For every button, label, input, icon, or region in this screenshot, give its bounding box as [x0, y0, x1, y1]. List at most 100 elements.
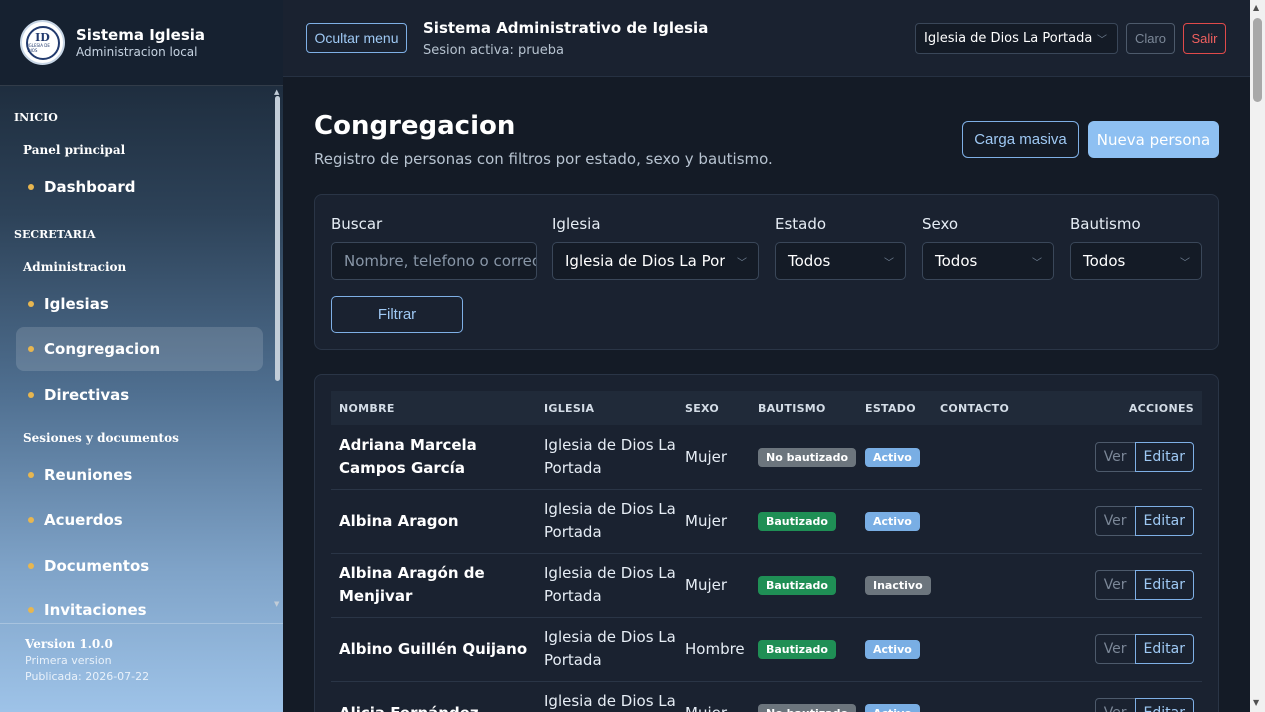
brand-title: Sistema Iglesia — [76, 26, 206, 44]
person-sex: Mujer — [677, 489, 750, 554]
edit-button[interactable]: Editar — [1134, 634, 1194, 664]
baptism-badge: Bautizado — [758, 576, 836, 595]
version-label: Version 1.0.0 — [25, 637, 113, 651]
table-header-row: NOMBRE IGLESIA SEXO BAUTISMO ESTADO CONT… — [331, 391, 1202, 425]
view-button[interactable]: Ver — [1094, 634, 1136, 664]
person-church: Iglesia de Dios La Portada — [536, 489, 677, 554]
scroll-down-icon[interactable]: ▼ — [274, 600, 279, 608]
church-filter-select[interactable]: Iglesia de Dios La Portada ﹀ — [552, 242, 759, 280]
main-content: Congregacion Registro de personas con fi… — [283, 78, 1250, 712]
view-button[interactable]: Ver — [1094, 698, 1136, 712]
person-name: Adriana Marcela Campos García — [331, 425, 536, 490]
view-button[interactable]: Ver — [1094, 506, 1136, 536]
view-button[interactable]: Ver — [1094, 570, 1136, 600]
sidebar-item-label: Documentos — [44, 557, 150, 575]
church-select-value: Iglesia de Dios La Portada — [924, 31, 1093, 46]
baptism-badge: Bautizado — [758, 640, 836, 659]
theme-toggle-button[interactable]: Claro — [1126, 23, 1175, 54]
status-filter-select[interactable]: Todos ﹀ — [775, 242, 906, 280]
sidebar-scroll-thumb[interactable] — [275, 96, 280, 381]
scroll-down-icon[interactable]: ▼ — [1253, 698, 1259, 707]
chevron-down-icon: ﹀ — [737, 257, 747, 269]
edit-button[interactable]: Editar — [1134, 698, 1194, 712]
status-cell: Activo — [857, 489, 932, 554]
chevron-down-icon: ﹀ — [1180, 257, 1190, 269]
baptism-badge: No bautizado — [758, 447, 857, 467]
person-contact — [932, 425, 1052, 490]
status-cell: Inactivo — [857, 553, 932, 618]
sidebar-item-label: Invitaciones — [44, 601, 147, 616]
sidebar-item-congregacion[interactable]: Congregacion — [16, 327, 263, 371]
column-header-contact[interactable]: CONTACTO — [932, 391, 1052, 425]
page-scrollbar[interactable]: ▲ ▼ — [1250, 0, 1265, 712]
sidebar-item-label: Dashboard — [44, 178, 136, 196]
column-header-church[interactable]: IGLESIA — [536, 391, 677, 425]
filter-button[interactable]: Filtrar — [331, 296, 463, 333]
sidebar-item-dashboard[interactable]: Dashboard — [16, 165, 263, 209]
version-info: Version 1.0.0 Primera version Publicada:… — [0, 623, 283, 712]
bullet-icon — [28, 563, 34, 569]
sidebar-item-label: Reuniones — [44, 466, 133, 484]
person-church: Iglesia de Dios La Portada — [536, 553, 677, 618]
actions-cell: VerEditar — [1052, 553, 1202, 618]
church-select[interactable]: Iglesia de Dios La Portada ﹀ — [915, 23, 1118, 54]
bullet-icon — [28, 517, 34, 523]
table-row: Adriana Marcela Campos García Iglesia de … — [331, 425, 1202, 490]
logout-button[interactable]: Salir — [1183, 23, 1226, 54]
sidebar-item-acuerdos[interactable]: Acuerdos — [16, 498, 263, 542]
search-input[interactable]: Nombre, telefono o correo — [331, 242, 537, 280]
table-row: Albina Aragón de Menjivar Iglesia de Dios… — [331, 553, 1202, 618]
brand-subtitle: Administracion local — [76, 45, 198, 59]
bulk-upload-button[interactable]: Carga masiva — [962, 121, 1079, 158]
baptism-cell: No bautizado — [750, 425, 857, 490]
sidebar-nav: INICIO Panel principal Dashboard SECRETA… — [0, 96, 272, 616]
sex-filter-select[interactable]: Todos ﹀ — [922, 242, 1054, 280]
sidebar-item-invitaciones[interactable]: Invitaciones — [16, 588, 263, 616]
chevron-down-icon: ﹀ — [1097, 35, 1107, 46]
chevron-down-icon: ﹀ — [1032, 257, 1042, 269]
bullet-icon — [28, 392, 34, 398]
sidebar-scrollbar[interactable]: ▲ ▼ — [274, 88, 281, 613]
person-church: Iglesia de Dios La Portada — [536, 617, 677, 682]
view-button[interactable]: Ver — [1094, 441, 1136, 472]
bullet-icon — [28, 607, 34, 613]
church-logo: ID IGLESIA DE DIOS — [20, 20, 65, 65]
scroll-up-icon[interactable]: ▲ — [274, 88, 279, 96]
edit-button[interactable]: Editar — [1134, 441, 1194, 472]
page-scroll-thumb[interactable] — [1253, 18, 1262, 102]
column-header-status[interactable]: ESTADO — [857, 391, 932, 425]
edit-button[interactable]: Editar — [1134, 570, 1194, 600]
sidebar-item-documentos[interactable]: Documentos — [16, 544, 263, 588]
edit-button[interactable]: Editar — [1134, 506, 1194, 536]
toggle-menu-button[interactable]: Ocultar menu — [306, 23, 407, 53]
baptism-badge: Bautizado — [758, 512, 836, 531]
page-subtitle: Registro de personas con filtros por est… — [314, 150, 773, 168]
sidebar-item-label: Congregacion — [44, 340, 161, 358]
sidebar-item-directivas[interactable]: Directivas — [16, 373, 263, 417]
person-sex: Mujer — [677, 681, 750, 712]
actions-cell: VerEditar — [1052, 425, 1202, 490]
nav-section-inicio: INICIO — [14, 111, 58, 124]
status-badge: Activo — [865, 704, 920, 712]
session-status: Sesion activa: prueba — [423, 43, 565, 58]
chevron-down-icon: ﹀ — [884, 257, 894, 269]
sidebar-item-reuniones[interactable]: Reuniones — [16, 453, 263, 497]
filter-panel: Buscar Nombre, telefono o correo Iglesia… — [314, 194, 1219, 350]
status-cell: Activo — [857, 681, 932, 712]
people-table-card: NOMBRE IGLESIA SEXO BAUTISMO ESTADO CONT… — [314, 374, 1219, 712]
column-header-sex[interactable]: SEXO — [677, 391, 750, 425]
sidebar-item-iglesias[interactable]: Iglesias — [16, 282, 263, 326]
baptism-cell: No bautizado — [750, 681, 857, 712]
scroll-up-icon[interactable]: ▲ — [1253, 3, 1259, 12]
baptism-cell: Bautizado — [750, 617, 857, 682]
new-person-button[interactable]: Nueva persona — [1088, 121, 1219, 158]
sidebar-item-label: Acuerdos — [44, 511, 123, 529]
church-filter-label: Iglesia — [552, 215, 601, 233]
column-header-baptism[interactable]: BAUTISMO — [750, 391, 857, 425]
column-header-name[interactable]: NOMBRE — [331, 391, 536, 425]
baptism-filter-select[interactable]: Todos ﹀ — [1070, 242, 1202, 280]
logo-text: ID — [35, 31, 50, 44]
bullet-icon — [28, 301, 34, 307]
status-badge: Activo — [865, 447, 920, 467]
baptism-filter-label: Bautismo — [1070, 215, 1141, 233]
